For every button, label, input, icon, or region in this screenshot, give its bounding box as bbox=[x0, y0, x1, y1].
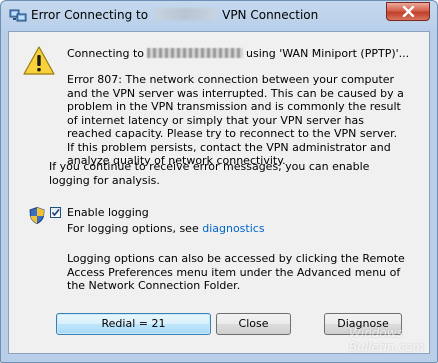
connecting-suffix: using 'WAN Miniport (PPTP)'... bbox=[246, 47, 410, 60]
checkmark-icon bbox=[51, 208, 60, 217]
uac-shield-icon bbox=[29, 207, 45, 224]
title-bar[interactable]: Error Connecting to VPN Connection bbox=[1, 1, 437, 31]
redacted-server-address bbox=[147, 48, 244, 58]
connecting-status: Connecting to using 'WAN Miniport (PPTP)'… bbox=[67, 47, 409, 61]
logging-info: Logging options can also be accessed by … bbox=[67, 252, 405, 292]
enable-logging-checkbox[interactable] bbox=[50, 207, 61, 218]
dialog-window: Error Connecting to VPN Connection Connec… bbox=[0, 0, 438, 363]
network-connection-icon bbox=[9, 9, 27, 22]
warning-icon bbox=[23, 46, 55, 75]
enable-logging-label[interactable]: Enable logging bbox=[67, 206, 149, 220]
close-button[interactable]: Close bbox=[216, 313, 291, 335]
redacted-connection-name bbox=[154, 8, 217, 20]
watermark: Windows Bulletin.com bbox=[349, 326, 424, 354]
logging-options-prefix: For logging options, see bbox=[67, 222, 199, 235]
logging-hint: If you continue to receive error message… bbox=[49, 160, 370, 187]
logging-options-line: For logging options, see diagnostics bbox=[67, 222, 265, 236]
diagnostics-link[interactable]: diagnostics bbox=[202, 222, 264, 235]
window-title-prefix: Error Connecting to bbox=[31, 8, 149, 22]
window-title-suffix: VPN Connection bbox=[222, 8, 319, 22]
window-title: Error Connecting to VPN Connection bbox=[31, 8, 318, 22]
dialog-content: Connecting to using 'WAN Miniport (PPTP)'… bbox=[8, 31, 430, 354]
enable-logging-text: Enable logging bbox=[67, 206, 149, 219]
connecting-prefix: Connecting to bbox=[67, 47, 145, 60]
close-icon bbox=[402, 6, 415, 17]
error-message: Error 807: The network connection betwee… bbox=[67, 73, 404, 167]
redial-button[interactable]: Redial = 21 bbox=[56, 313, 211, 335]
window-close-button[interactable] bbox=[386, 2, 430, 21]
